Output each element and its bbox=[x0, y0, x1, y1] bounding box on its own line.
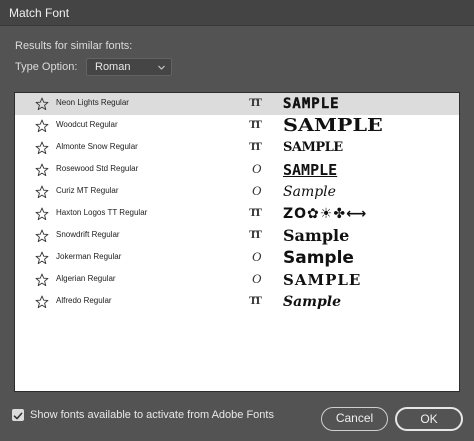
font-sample: Sample bbox=[283, 294, 342, 310]
star-outline-icon[interactable] bbox=[35, 119, 49, 133]
type-option-value: Roman bbox=[95, 61, 131, 73]
font-sample: Sample bbox=[283, 226, 350, 245]
dialog-title: Match Font bbox=[9, 6, 70, 20]
font-row-rosewood-std[interactable]: Rosewood Std Regular O SAMPLE bbox=[15, 159, 459, 181]
truetype-format-icon: TT bbox=[249, 139, 262, 153]
font-row-algerian[interactable]: Algerian Regular O SAMPLE bbox=[15, 269, 459, 291]
star-outline-icon[interactable] bbox=[35, 251, 49, 265]
dialog-title-bar: Match Font bbox=[0, 0, 474, 26]
font-row-almonte-snow[interactable]: Almonte Snow Regular TT SAMPLE bbox=[15, 137, 459, 159]
star-outline-icon[interactable] bbox=[35, 207, 49, 221]
font-sample: SAMPLE bbox=[283, 96, 340, 112]
type-option-label: Type Option: bbox=[15, 61, 78, 73]
results-label: Results for similar fonts: bbox=[15, 40, 133, 52]
font-name: Woodcut Regular bbox=[56, 120, 118, 129]
font-row-alfredo[interactable]: Alfredo Regular TT Sample bbox=[15, 291, 459, 313]
truetype-format-icon: TT bbox=[249, 95, 262, 109]
font-row-neon-lights[interactable]: Neon Lights Regular TT SAMPLE bbox=[15, 93, 459, 115]
truetype-format-icon: TT bbox=[249, 117, 262, 131]
font-name: Algerian Regular bbox=[56, 274, 116, 283]
truetype-format-icon: TT bbox=[249, 293, 262, 307]
font-sample: SAMPLE bbox=[283, 271, 362, 289]
opentype-format-icon: O bbox=[252, 161, 262, 176]
opentype-format-icon: O bbox=[252, 271, 262, 286]
show-adobe-fonts-label[interactable]: Show fonts available to activate from Ad… bbox=[30, 409, 274, 421]
opentype-format-icon: O bbox=[252, 183, 262, 198]
star-outline-icon[interactable] bbox=[35, 273, 49, 287]
font-name: Neon Lights Regular bbox=[56, 98, 129, 107]
font-results-list[interactable]: Neon Lights Regular TT SAMPLE Woodcut Re… bbox=[14, 92, 460, 392]
font-sample: SAMPLE bbox=[283, 115, 383, 136]
ok-button[interactable]: OK bbox=[395, 407, 463, 431]
type-option-select[interactable]: Roman bbox=[86, 58, 172, 76]
font-name: Haxton Logos TT Regular bbox=[56, 208, 148, 217]
checkmark-icon bbox=[13, 412, 23, 420]
star-outline-icon[interactable] bbox=[35, 185, 49, 199]
truetype-format-icon: TT bbox=[249, 205, 262, 219]
font-sample: SAMPLE bbox=[283, 140, 343, 155]
cancel-button[interactable]: Cancel bbox=[321, 407, 388, 431]
font-name: Rosewood Std Regular bbox=[56, 164, 139, 173]
font-name: Almonte Snow Regular bbox=[56, 142, 138, 151]
star-outline-icon[interactable] bbox=[35, 163, 49, 177]
font-sample: Sample bbox=[283, 248, 354, 268]
font-sample: Sample bbox=[283, 184, 336, 200]
show-adobe-fonts-checkbox[interactable] bbox=[12, 409, 24, 421]
star-outline-icon[interactable] bbox=[35, 229, 49, 243]
font-name: Alfredo Regular bbox=[56, 296, 112, 305]
font-sample: SAMPLE bbox=[283, 161, 338, 179]
truetype-format-icon: TT bbox=[249, 227, 262, 241]
font-row-jokerman[interactable]: Jokerman Regular O Sample bbox=[15, 247, 459, 269]
star-outline-icon[interactable] bbox=[35, 141, 49, 155]
star-outline-icon[interactable] bbox=[35, 295, 49, 309]
chevron-down-icon bbox=[158, 65, 165, 70]
font-row-woodcut[interactable]: Woodcut Regular TT SAMPLE bbox=[15, 115, 459, 137]
star-outline-icon[interactable] bbox=[35, 97, 49, 111]
font-row-haxton-logos[interactable]: Haxton Logos TT Regular TT ZO✿☀✤⟷ bbox=[15, 203, 459, 225]
font-row-snowdrift[interactable]: Snowdrift Regular TT Sample bbox=[15, 225, 459, 247]
font-name: Snowdrift Regular bbox=[56, 230, 120, 239]
font-row-curiz-mt[interactable]: Curiz MT Regular O Sample bbox=[15, 181, 459, 203]
font-sample: ZO✿☀✤⟷ bbox=[283, 206, 368, 222]
opentype-format-icon: O bbox=[252, 249, 262, 264]
font-name: Curiz MT Regular bbox=[56, 186, 119, 195]
font-name: Jokerman Regular bbox=[56, 252, 122, 261]
